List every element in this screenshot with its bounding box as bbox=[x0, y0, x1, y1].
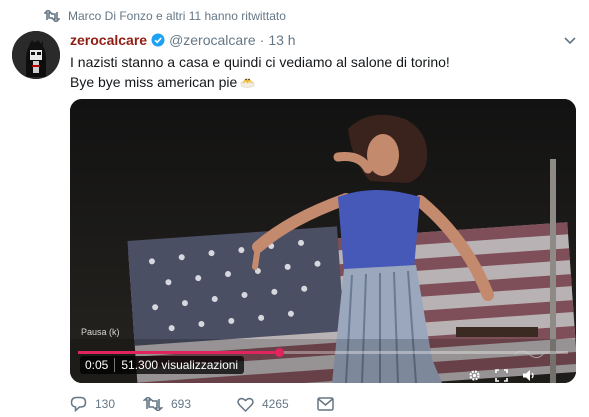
tweet-text-line-2-text: Bye bye miss american pie bbox=[70, 74, 238, 90]
retweet-button[interactable]: 693 bbox=[143, 397, 237, 411]
separator-dot: · bbox=[259, 32, 265, 48]
video-frame-image bbox=[70, 99, 576, 383]
heart-icon bbox=[237, 397, 254, 412]
retweet-context-text[interactable]: Marco Di Fonzo e altri 11 hanno ritwitta… bbox=[68, 9, 286, 23]
timestamp[interactable]: 13 h bbox=[268, 32, 295, 48]
elapsed-time: 0:05 bbox=[80, 358, 116, 372]
progress-knob[interactable] bbox=[274, 348, 284, 357]
retweet-context[interactable]: Marco Di Fonzo e altri 11 hanno ritwitta… bbox=[44, 6, 286, 26]
tweet-text-line-1: I nazisti stanno a casa e quindi ci vedi… bbox=[70, 54, 450, 70]
pause-tooltip: Pausa (k) bbox=[81, 327, 120, 337]
volume-icon[interactable] bbox=[522, 369, 536, 383]
video-time-badge: 0:05 51.300 visualizzazioni bbox=[80, 356, 245, 374]
progress-bar[interactable] bbox=[78, 348, 568, 357]
view-count: 51.300 visualizzazioni bbox=[121, 358, 239, 372]
retweet-icon bbox=[44, 10, 60, 22]
tweet-text-line-2: Bye bye miss american pie bbox=[70, 72, 570, 92]
more-options-chevron-down-icon[interactable] bbox=[563, 33, 577, 51]
settings-icon[interactable] bbox=[468, 369, 481, 383]
progress-fill bbox=[78, 351, 279, 354]
tweet-header: zerocalcare @zerocalcare · 13 h bbox=[70, 31, 296, 49]
tweet-actions: 130 693 4265 bbox=[70, 396, 334, 412]
direct-message-button[interactable] bbox=[317, 397, 334, 411]
reply-icon bbox=[70, 396, 87, 412]
display-name[interactable]: zerocalcare bbox=[70, 32, 147, 48]
video-player[interactable]: Pausa (k) 0:05 51.300 visualizzazioni bbox=[70, 99, 576, 383]
envelope-icon bbox=[317, 397, 334, 411]
like-button[interactable]: 4265 bbox=[237, 397, 317, 412]
chick-emoji-icon bbox=[240, 73, 255, 88]
player-controls bbox=[468, 369, 536, 383]
retweet-action-icon bbox=[143, 397, 163, 411]
reply-count: 130 bbox=[95, 397, 116, 411]
avatar[interactable] bbox=[12, 31, 60, 79]
like-count: 4265 bbox=[262, 397, 289, 411]
fullscreen-icon[interactable] bbox=[495, 369, 508, 383]
tweet-text: I nazisti stanno a casa e quindi ci vedi… bbox=[70, 52, 570, 92]
verified-badge-icon bbox=[151, 33, 165, 47]
handle[interactable]: @zerocalcare bbox=[169, 32, 256, 48]
retweet-count: 693 bbox=[171, 397, 192, 411]
reply-button[interactable]: 130 bbox=[70, 396, 143, 412]
